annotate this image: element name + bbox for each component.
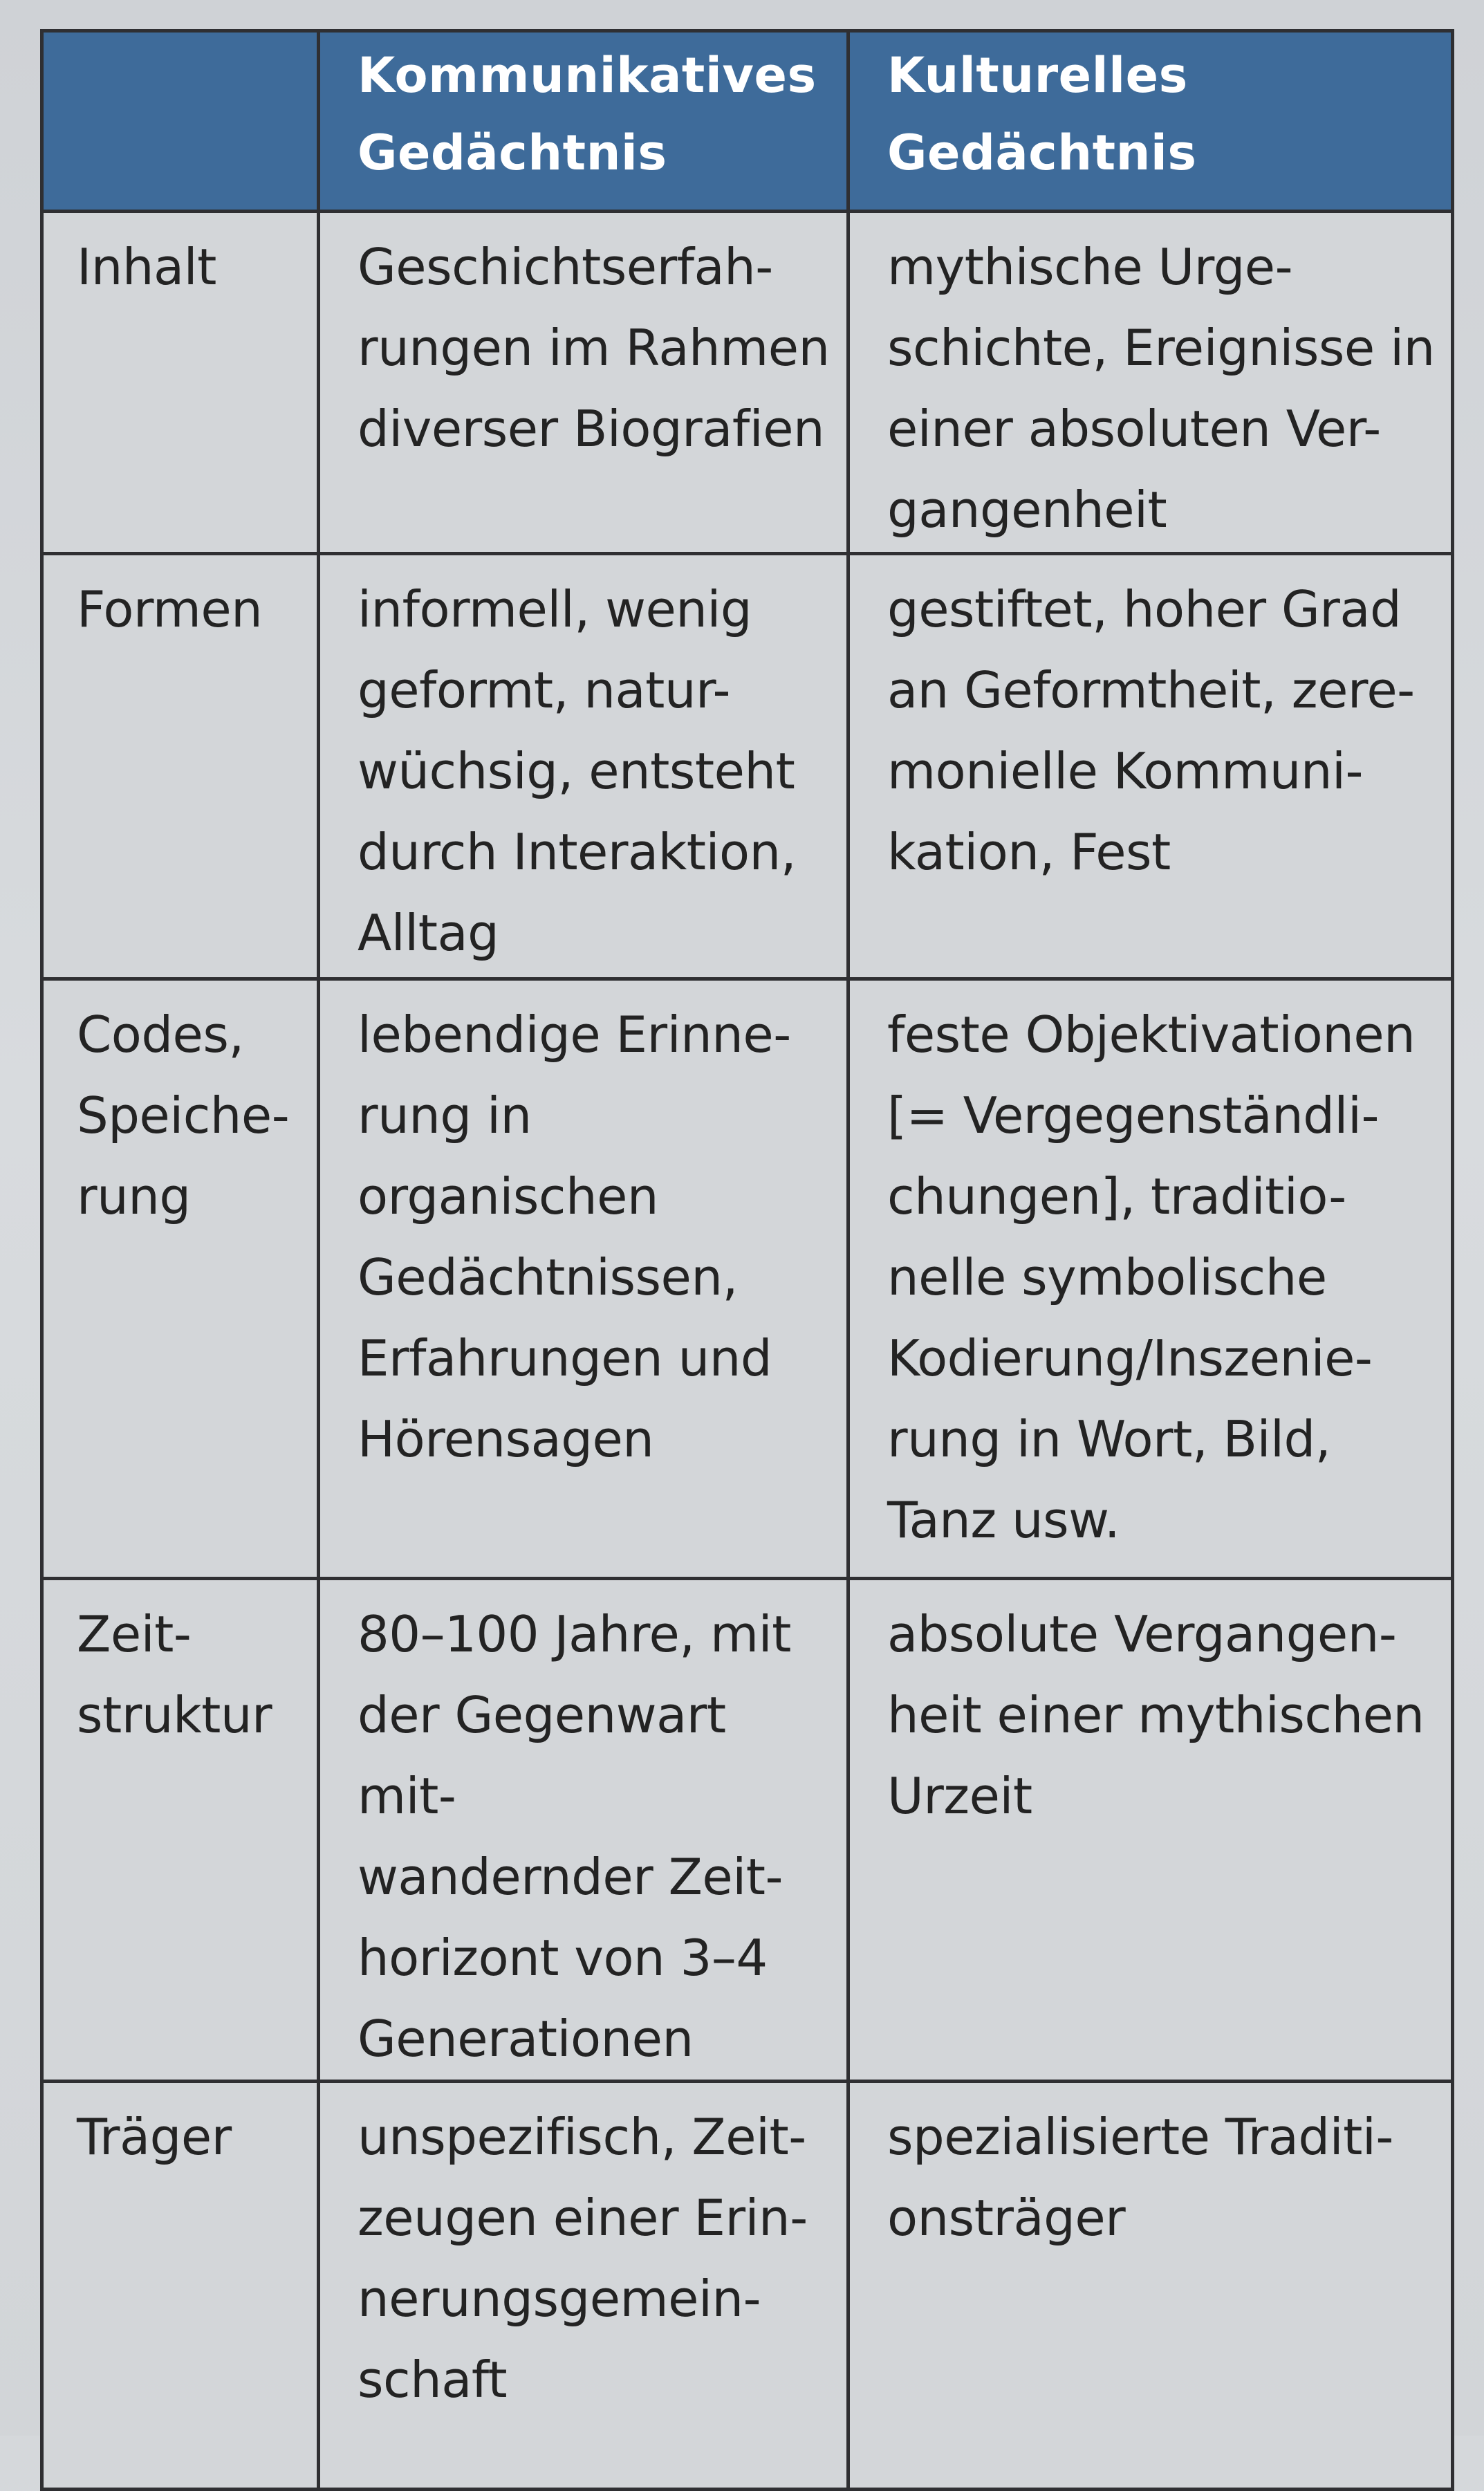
cell-kulturell: spezialisierte Traditi- onsträger (846, 2080, 1454, 2491)
header-row: Kommunikatives Gedächtnis Kulturelles Ge… (40, 29, 1454, 213)
book-page: Kommunikatives Gedächtnis Kulturelles Ge… (0, 0, 1484, 2491)
table-row: Zeit- struktur 80–100 Jahre, mit der Geg… (40, 1577, 1454, 2083)
table-row: Träger unspezifisch, Zeit- zeugen einer … (40, 2080, 1454, 2491)
cell-kommunikativ: 80–100 Jahre, mit der Gegenwart mit- wan… (317, 1577, 850, 2083)
table-row: Formen informell, wenig geformt, natur- … (40, 552, 1454, 981)
cell-kulturell: gestiftet, hoher Grad an Geformtheit, ze… (846, 552, 1454, 981)
row-label-formen: Formen (40, 552, 320, 981)
cell-kulturell: mythische Urge- schichte, Ereignisse in … (846, 210, 1454, 555)
table-row: Inhalt Geschichtserfah- rungen im Rahmen… (40, 210, 1454, 555)
row-label-zeitstruktur: Zeit- struktur (40, 1577, 320, 2083)
cell-kommunikativ: lebendige Erinne- rung in organischen Ge… (317, 977, 850, 1580)
table-row: Codes, Speiche- rung lebendige Erinne- r… (40, 977, 1454, 1580)
memory-comparison-table: Kommunikatives Gedächtnis Kulturelles Ge… (40, 29, 1454, 2491)
row-label-traeger: Träger (40, 2080, 320, 2491)
cell-kommunikativ: informell, wenig geformt, natur- wüchsig… (317, 552, 850, 981)
row-label-inhalt: Inhalt (40, 210, 320, 555)
cell-kommunikativ: unspezifisch, Zeit- zeugen einer Erin- n… (317, 2080, 850, 2491)
row-label-codes-speicherung: Codes, Speiche- rung (40, 977, 320, 1580)
cell-kulturell: feste Objektivationen [= Vergegenständli… (846, 977, 1454, 1580)
cell-kulturell: absolute Vergangen- heit einer mythische… (846, 1577, 1454, 2083)
header-kommunikatives-gedaechtnis: Kommunikatives Gedächtnis (317, 29, 850, 213)
header-kulturelles-gedaechtnis: Kulturelles Gedächtnis (846, 29, 1454, 213)
cell-kommunikativ: Geschichtserfah- rungen im Rahmen divers… (317, 210, 850, 555)
header-empty-cell (40, 29, 320, 213)
